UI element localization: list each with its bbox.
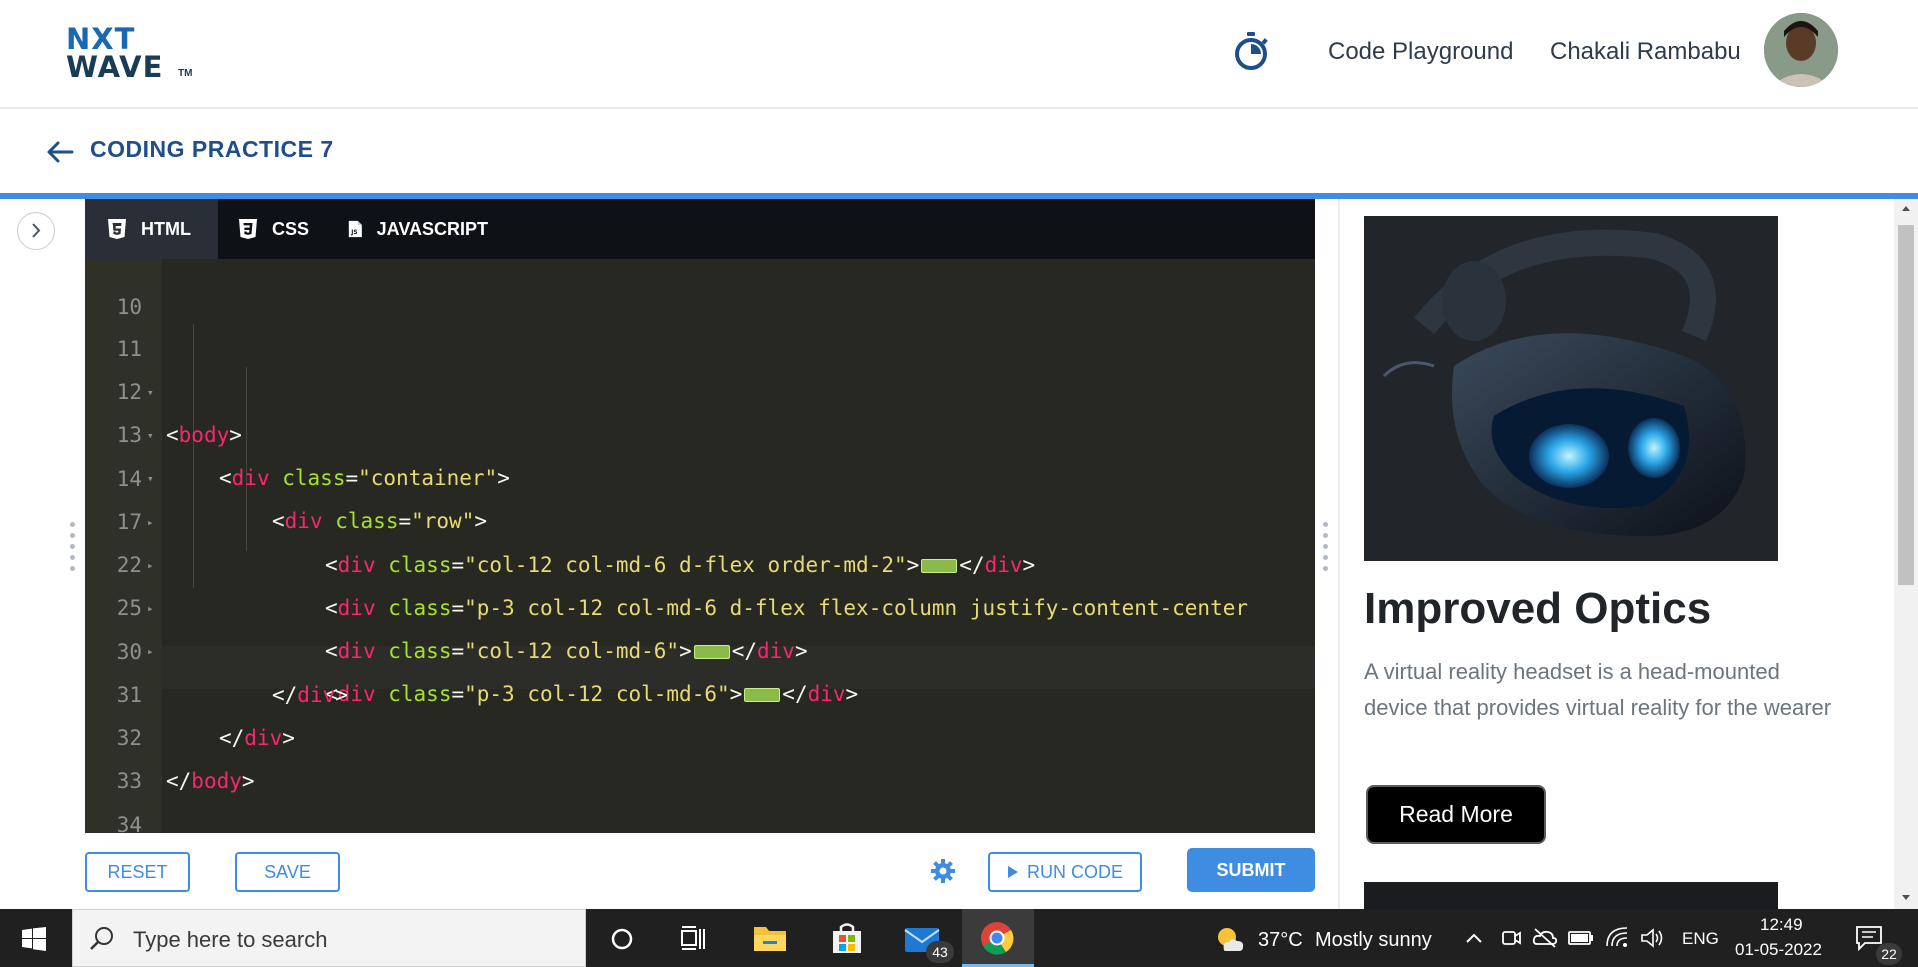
expand-sidebar-button[interactable] <box>17 212 55 250</box>
css3-icon <box>239 219 257 239</box>
wifi-icon[interactable] <box>1604 925 1630 949</box>
stopwatch-icon[interactable] <box>1230 30 1272 72</box>
file-explorer-icon[interactable] <box>753 923 787 953</box>
meet-now-icon[interactable] <box>1500 927 1522 949</box>
mail-badge: 43 <box>926 941 954 963</box>
app-window: NXT WAVE TM Code Playground Chakali Ramb… <box>0 0 1918 967</box>
windows-taskbar: Type here to search 43 37°C Mostly sunny… <box>0 909 1918 967</box>
left-resize-handle[interactable] <box>70 522 76 578</box>
code-line: 10 <box>85 259 1315 319</box>
code-line: 17 ▸ <div class="p-3 col-12 col-md-6 d-f… <box>85 458 1315 620</box>
code-editor[interactable]: HTML CSS JS JAVASCRIPT 10 11 ▾ <body> 12… <box>85 199 1315 833</box>
svg-text:JS: JS <box>350 230 357 236</box>
notification-badge: 22 <box>1876 943 1902 965</box>
chrome-taskbar-item[interactable] <box>962 909 1034 967</box>
clock-date[interactable]: 01-05-2022 <box>1735 940 1822 960</box>
tab-label: JAVASCRIPT <box>376 218 488 239</box>
scroll-down-icon[interactable] <box>1894 887 1918 907</box>
avatar[interactable] <box>1764 13 1838 87</box>
top-header: NXT WAVE TM Code Playground Chakali Ramb… <box>0 0 1918 109</box>
microsoft-store-icon[interactable] <box>830 923 864 955</box>
logo-line2: WAVE <box>66 50 164 84</box>
editor-tabs: HTML CSS JS JAVASCRIPT <box>85 199 1315 259</box>
tab-label: HTML <box>141 218 191 239</box>
chevron-right-icon <box>32 223 41 238</box>
cortana-icon[interactable] <box>610 927 634 951</box>
output-preview: Improved Optics A virtual reality headse… <box>1338 199 1893 909</box>
card-description: A virtual reality headset is a head-moun… <box>1364 659 1832 720</box>
code-line: 11 ▾ <body> <box>85 285 1315 447</box>
code-line: 34 </html> <box>85 761 1315 833</box>
play-icon <box>1007 866 1018 878</box>
back-arrow-icon[interactable] <box>44 138 76 166</box>
windows-start-icon[interactable] <box>22 927 46 951</box>
weather-text[interactable]: Mostly sunny <box>1315 929 1432 952</box>
code-line: 30 </div> <box>85 588 1315 707</box>
html5-icon <box>108 219 126 239</box>
onedrive-offline-icon[interactable] <box>1532 927 1558 949</box>
page-title: CODING PRACTICE 7 <box>90 136 334 162</box>
code-line: 25 ▸ <div class="p-3 col-12 col-md-6"> </… <box>85 544 1315 706</box>
search-placeholder: Type here to search <box>133 927 328 952</box>
tab-label: CSS <box>272 218 310 239</box>
scroll-thumb[interactable] <box>1898 225 1914 585</box>
gear-icon[interactable] <box>930 858 956 884</box>
battery-icon[interactable] <box>1568 929 1594 947</box>
read-more-button[interactable]: Read More <box>1366 785 1546 844</box>
scroll-up-icon[interactable] <box>1894 199 1918 219</box>
search-icon <box>90 927 113 950</box>
line-number: 34 <box>116 813 142 833</box>
tab-css[interactable]: CSS <box>218 199 328 259</box>
taskbar-search-input[interactable]: Type here to search <box>72 909 586 967</box>
preview-scrollbar[interactable] <box>1894 199 1918 909</box>
card-title: Improved Optics <box>1364 584 1712 633</box>
logo-tm: TM <box>178 68 193 79</box>
clock-time[interactable]: 12:49 <box>1760 915 1803 935</box>
code-line: 31 </div> <box>85 631 1315 750</box>
reset-button[interactable]: RESET <box>85 852 190 892</box>
task-view-icon[interactable] <box>680 926 708 952</box>
run-code-button[interactable]: RUN CODE <box>988 852 1142 892</box>
vr-headset-image <box>1364 216 1778 561</box>
chevron-up-icon[interactable] <box>1465 931 1483 945</box>
save-button[interactable]: SAVE <box>235 852 340 892</box>
tab-html[interactable]: HTML <box>85 199 218 259</box>
right-resize-handle[interactable] <box>1323 522 1329 578</box>
weather-temp[interactable]: 37°C <box>1258 929 1303 952</box>
code-line: 12 ▾ <div class="container"> <box>85 328 1315 490</box>
language-indicator[interactable]: ENG <box>1682 929 1719 949</box>
practice-header: CODING PRACTICE 7 <box>0 110 1918 194</box>
code-line: 32 </body> <box>85 674 1315 793</box>
run-code-label: RUN CODE <box>1026 861 1123 882</box>
code-line: 33 <box>85 717 1315 793</box>
js-file-icon: JS <box>348 220 362 238</box>
nxtwave-logo[interactable]: NXT WAVE TM <box>66 22 196 84</box>
chrome-icon <box>981 922 1014 955</box>
code-area[interactable]: 10 11 ▾ <body> 12 ▾ <div class="containe… <box>85 259 1315 833</box>
volume-icon[interactable] <box>1640 927 1666 949</box>
code-line: 14 ▸ <div class="col-12 col-md-6 d-flex … <box>85 415 1315 577</box>
user-name[interactable]: Chakali Rambabu <box>1550 38 1741 66</box>
submit-button[interactable]: SUBMIT <box>1187 848 1315 892</box>
next-card-image <box>1364 882 1778 909</box>
code-line: 13 ▾ <div class="row"> <box>85 371 1315 533</box>
code-playground-link[interactable]: Code Playground <box>1328 38 1513 66</box>
tab-javascript[interactable]: JS JAVASCRIPT <box>328 199 488 259</box>
weather-sunny-icon[interactable] <box>1214 924 1246 954</box>
code-line: 22 ▸ <div class="col-12 col-md-6"> </div> <box>85 501 1315 663</box>
